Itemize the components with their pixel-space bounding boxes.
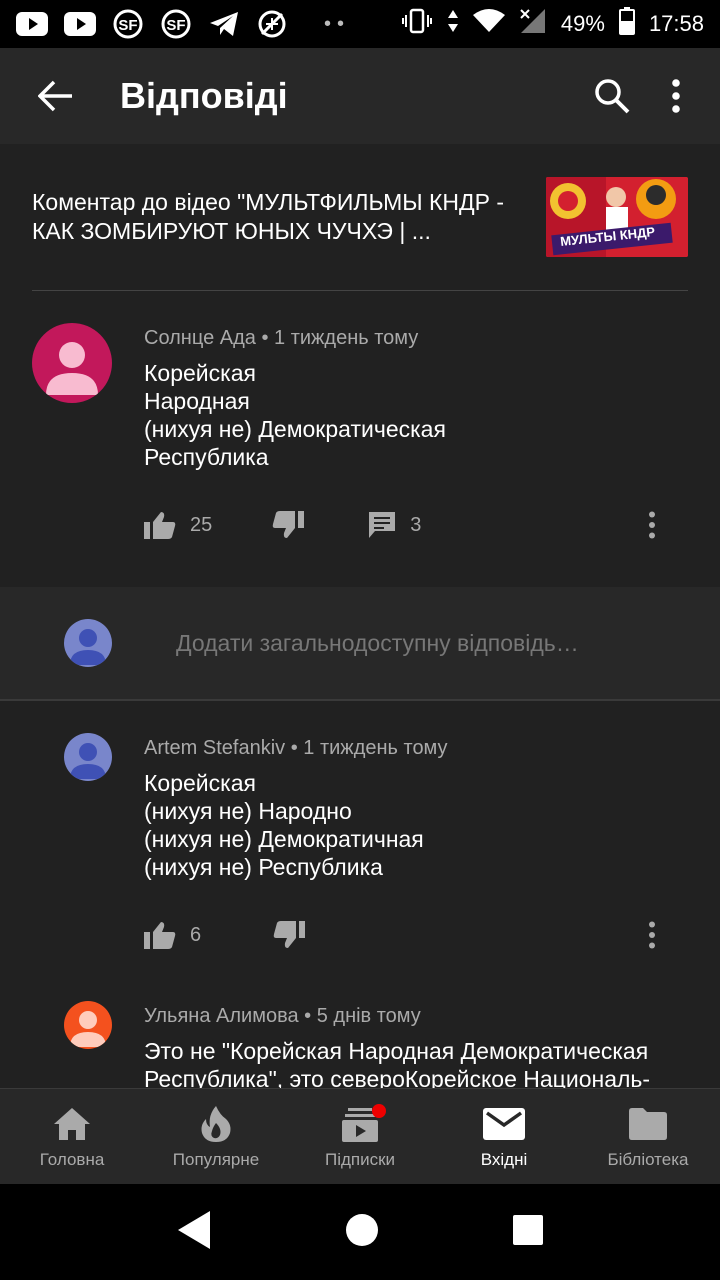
slow-food-icon: SF [160, 9, 192, 39]
like-count: 25 [190, 513, 213, 536]
reply-comment: Artem Stefankiv • 1 тиждень тому Корейск… [0, 701, 720, 965]
system-status: 49% 17:58 [401, 7, 704, 41]
square-recents-icon [512, 1214, 543, 1245]
comment-actions: 6 [144, 905, 688, 965]
status-bar: SF SF •• 49% 17:58 [0, 0, 720, 48]
more-notifications-icon: •• [324, 12, 351, 35]
vibrate-icon [401, 8, 433, 40]
dislike-button[interactable] [273, 921, 306, 949]
comment-actions: 25 3 [144, 495, 688, 555]
search-icon [595, 79, 630, 114]
more-vert-icon [672, 79, 680, 113]
telegram-icon [208, 10, 240, 38]
nav-subscriptions[interactable]: Підписки [288, 1089, 432, 1184]
comment-text: Корейская Народная (нихуя не) Демократич… [144, 360, 446, 470]
like-button[interactable]: 6 [144, 921, 201, 949]
svg-text:SF: SF [118, 17, 137, 34]
reply-button[interactable]: 3 [368, 511, 421, 539]
system-navigation [0, 1184, 720, 1280]
thumb-up-icon [144, 512, 176, 539]
battery-icon [618, 7, 635, 41]
dislike-button[interactable] [272, 511, 305, 539]
reply-comment: Ульяна Алимова • 5 днів тому Это не "Кор… [0, 965, 720, 1088]
clock: 17:58 [648, 11, 704, 36]
like-count: 6 [190, 923, 202, 946]
nav-label: Підписки [324, 1149, 396, 1169]
notification-dot [372, 1103, 386, 1118]
more-options-button[interactable] [644, 48, 708, 144]
trending-icon [200, 1104, 232, 1144]
home-icon [52, 1104, 92, 1144]
back-button[interactable] [0, 48, 112, 144]
arrow-back-icon [38, 80, 72, 112]
nav-label: Бібліотека [607, 1149, 689, 1169]
data-arrows-icon [447, 9, 459, 39]
nav-home[interactable]: Головна [0, 1089, 144, 1184]
svg-text:SF: SF [166, 17, 185, 34]
more-vert-icon [649, 921, 655, 949]
app-bar: Відповіді [0, 48, 720, 144]
comment-author[interactable]: Artem Stefankiv [144, 737, 285, 759]
nav-label: Головна [39, 1149, 105, 1169]
avatar[interactable] [64, 733, 112, 781]
nav-label: Популярне [172, 1149, 260, 1169]
nav-library[interactable]: Бібліотека [576, 1089, 720, 1184]
battery-percent: 49% [560, 11, 605, 36]
thumb-up-icon [144, 922, 176, 949]
reply-count: 3 [410, 513, 422, 536]
like-button[interactable]: 25 [144, 511, 212, 539]
person-icon [70, 629, 106, 665]
comment-more-button[interactable] [640, 905, 664, 965]
system-recents-button[interactable] [512, 1214, 544, 1251]
subscriptions-icon [342, 1103, 386, 1144]
more-vert-icon [649, 511, 655, 539]
person-icon [46, 342, 98, 395]
signal-icon [519, 8, 547, 40]
thumb-down-icon [273, 921, 306, 948]
comment-icon [369, 512, 396, 538]
page-title: Відповіді [120, 75, 288, 116]
comment-meta: Ульяна Алимова • 5 днів тому [144, 1005, 421, 1027]
triangle-back-icon [178, 1210, 211, 1249]
comment-text: Это не "Корейская Народная Демократическ… [144, 1038, 651, 1088]
comment-author[interactable]: Ульяна Алимова [144, 1005, 299, 1027]
youtube-icon [16, 10, 48, 38]
replies-content[interactable]: Коментар до відео "МУЛЬТФИЛЬМЫ КНДР - КА… [0, 144, 720, 1088]
avatar[interactable] [32, 323, 112, 403]
nav-label: Вхідні [480, 1149, 528, 1169]
video-title: Коментар до відео "МУЛЬТФИЛЬМЫ КНДР - КА… [32, 189, 504, 244]
person-icon [70, 743, 106, 779]
reply-input-row[interactable]: Додати загальнодоступну відповідь… [0, 587, 720, 699]
reply-input[interactable]: Додати загальнодоступну відповідь… [176, 630, 579, 657]
comment-more-button[interactable] [640, 495, 664, 555]
inbox-icon [483, 1104, 525, 1144]
main-comment: Солнце Ада • 1 тиждень тому Корейская На… [0, 291, 720, 555]
circle-home-icon [345, 1213, 378, 1246]
library-icon [629, 1104, 667, 1144]
avatar[interactable] [64, 1001, 112, 1049]
nav-inbox[interactable]: Вхідні [432, 1089, 576, 1184]
comment-author[interactable]: Солнце Ада [144, 327, 256, 349]
comment-text: Корейская (нихуя не) Народно (нихуя не) … [144, 770, 424, 880]
notification-icons: SF SF •• [16, 9, 351, 39]
comment-time: 5 днів тому [316, 1005, 421, 1027]
nav-trending[interactable]: Популярне [144, 1089, 288, 1184]
slow-food-icon: SF [112, 9, 144, 39]
youtube-icon [64, 10, 96, 38]
bottom-navigation: Головна Популярне Підписки Вхідні Бібліо… [0, 1088, 720, 1184]
comment-meta: Artem Stefankiv • 1 тиждень тому [144, 737, 448, 759]
comment-time: 1 тиждень тому [274, 327, 419, 349]
search-button[interactable] [580, 48, 644, 144]
my-avatar [64, 619, 112, 667]
video-thumbnail[interactable]: МУЛЬТЫ КНДР [546, 177, 688, 257]
comment-meta: Солнце Ада • 1 тиждень тому [144, 327, 419, 349]
thumb-down-icon [273, 511, 305, 538]
system-home-button[interactable] [345, 1213, 379, 1252]
person-icon [70, 1011, 106, 1047]
wifi-icon [472, 9, 505, 39]
video-link[interactable]: Коментар до відео "МУЛЬТФИЛЬМЫ КНДР - КА… [0, 144, 720, 290]
system-back-button[interactable] [176, 1210, 212, 1255]
comment-time: 1 тиждень тому [303, 737, 448, 759]
no-network-icon [256, 10, 288, 38]
